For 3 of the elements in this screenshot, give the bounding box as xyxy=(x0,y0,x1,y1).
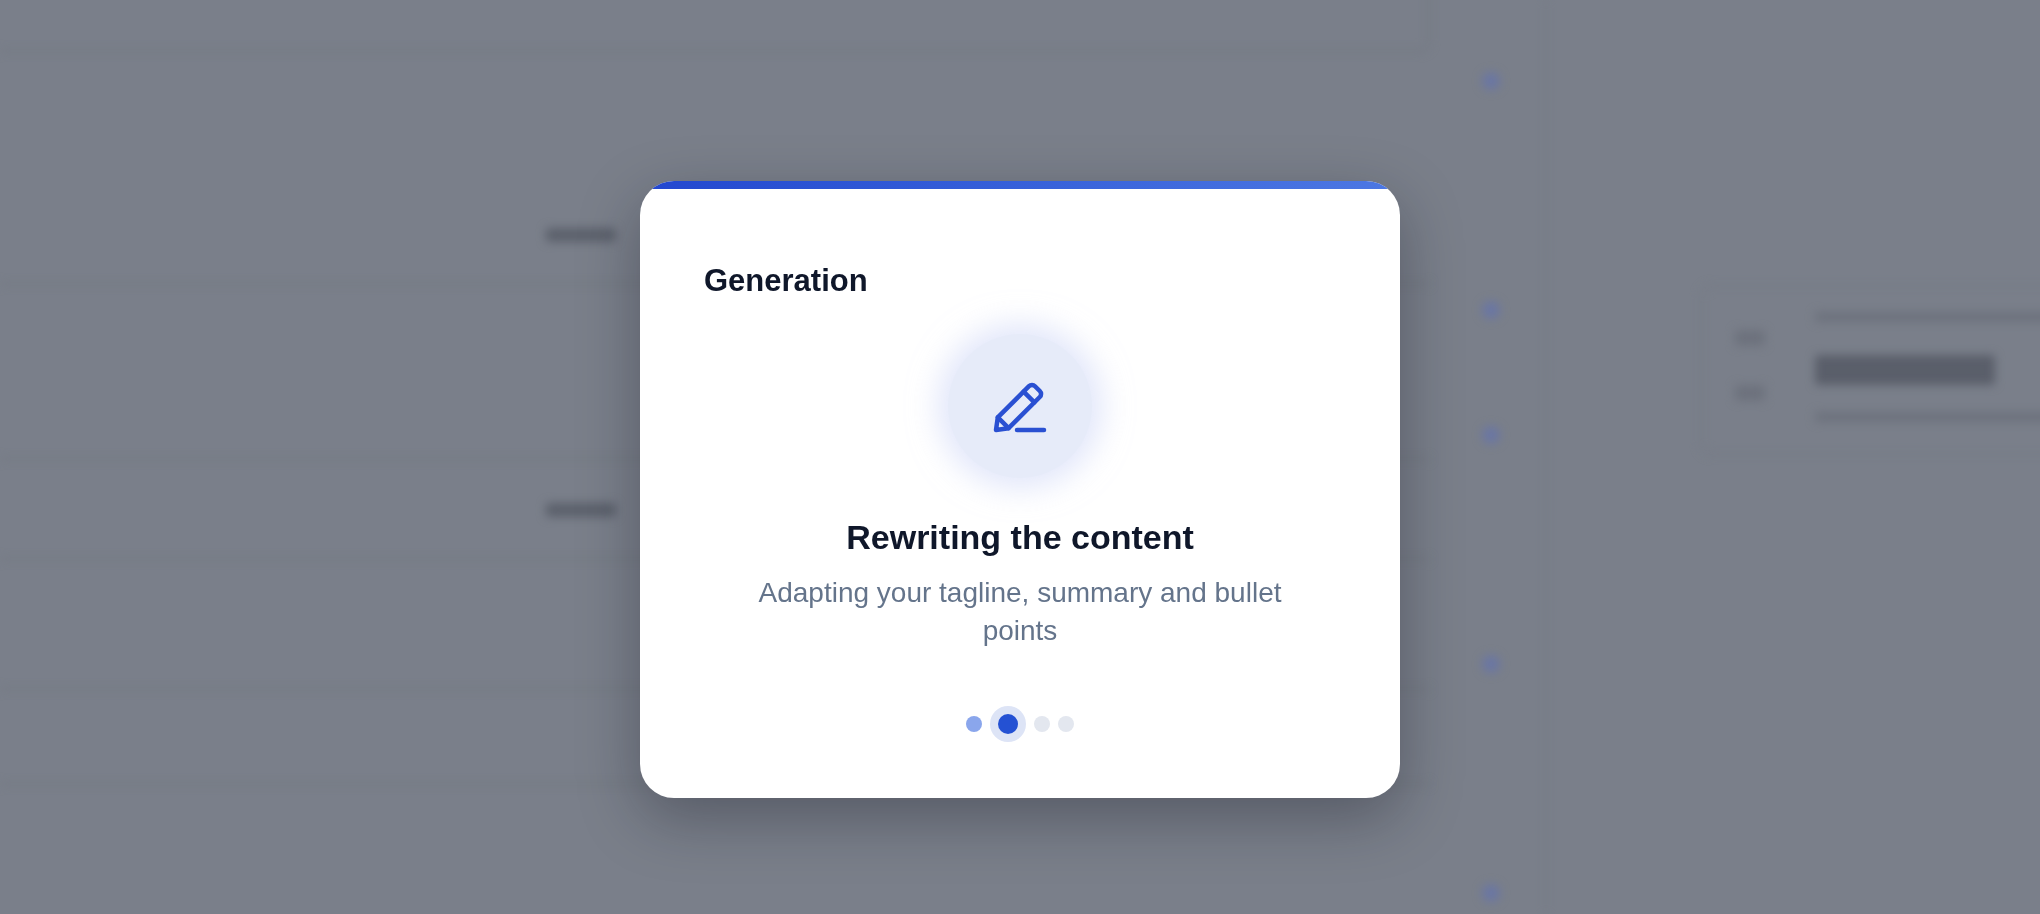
dialog-title: Generation xyxy=(704,263,868,299)
step-heading: Rewriting the content xyxy=(846,517,1194,558)
step-description: Adapting your tagline, summary and bullet points xyxy=(757,576,1283,648)
